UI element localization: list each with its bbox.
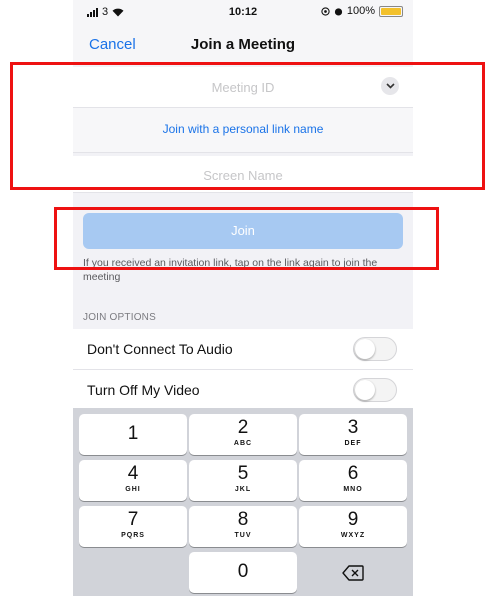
phone-screen: 3 10:12 100% Cancel Join a Meeting Join … [73, 0, 413, 596]
key-2-letters: ABC [233, 440, 253, 447]
key-8-digit: 8 [237, 509, 249, 530]
key-5-letters: JKL [234, 486, 252, 493]
key-6[interactable]: 6 MNO [299, 460, 407, 501]
meeting-id-dropdown-button[interactable] [381, 77, 399, 95]
meeting-id-input[interactable] [113, 79, 373, 96]
battery-percent: 100% [346, 5, 375, 17]
page-title: Join a Meeting [190, 36, 296, 53]
status-right: 100% [321, 5, 403, 17]
status-bar: 3 10:12 100% [73, 0, 413, 26]
screen-name-input[interactable] [113, 167, 373, 184]
join-button[interactable]: Join [83, 213, 403, 249]
video-toggle-knob [355, 380, 375, 400]
key-6-letters: MNO [343, 486, 363, 493]
key-8-letters: TUV [234, 532, 252, 539]
key-5-digit: 5 [237, 463, 249, 484]
key-3[interactable]: 3 DEF [299, 414, 407, 455]
key-8[interactable]: 8 TUV [189, 506, 297, 547]
key-4[interactable]: 4 GHI [79, 460, 187, 501]
key-7-letters: PQRS [121, 532, 145, 539]
key-4-letters: GHI [125, 486, 141, 493]
video-toggle[interactable] [353, 378, 397, 402]
key-9-letters: WXYZ [340, 532, 366, 539]
key-9[interactable]: 9 WXYZ [299, 506, 407, 547]
key-7-digit: 7 [127, 509, 139, 530]
alarm-icon [334, 7, 342, 16]
video-option-label: Turn Off My Video [87, 382, 200, 398]
backspace-icon [342, 565, 364, 581]
audio-option-row: Don't Connect To Audio [73, 329, 413, 370]
personal-link-row: Join with a personal link name [73, 108, 413, 153]
numeric-keypad: 1 2 ABC 3 DEF 4 GHI 5 JKL 6 MNO 7 PQRS 8… [73, 408, 413, 596]
audio-toggle[interactable] [353, 337, 397, 361]
key-4-digit: 4 [127, 463, 139, 484]
key-6-digit: 6 [347, 463, 359, 484]
key-2-digit: 2 [237, 417, 249, 438]
key-3-digit: 3 [347, 417, 359, 438]
screen-name-row [73, 156, 413, 193]
key-5[interactable]: 5 JKL [189, 460, 297, 501]
chevron-down-icon [385, 83, 395, 89]
navigation-bar: Cancel Join a Meeting [73, 26, 413, 62]
help-text: If you received an invitation link, tap … [83, 257, 378, 283]
key-7[interactable]: 7 PQRS [79, 506, 187, 547]
video-option-row: Turn Off My Video [73, 370, 413, 411]
key-2[interactable]: 2 ABC [189, 414, 297, 455]
battery-icon [379, 5, 403, 17]
meeting-id-row [73, 67, 413, 108]
key-0-digit: 0 [237, 561, 249, 582]
delete-key[interactable] [299, 552, 407, 593]
join-personal-link-button[interactable]: Join with a personal link name [73, 122, 413, 136]
key-3-letters: DEF [344, 440, 362, 447]
join-options-section-label: JOIN OPTIONS [83, 312, 156, 323]
location-icon [321, 6, 330, 16]
key-0[interactable]: 0 [189, 552, 297, 593]
audio-option-label: Don't Connect To Audio [87, 341, 233, 357]
key-1[interactable]: 1 [79, 414, 187, 455]
battery-fill [381, 7, 401, 15]
audio-toggle-knob [355, 339, 375, 359]
key-1-digit: 1 [127, 423, 139, 444]
key-9-digit: 9 [347, 509, 359, 530]
